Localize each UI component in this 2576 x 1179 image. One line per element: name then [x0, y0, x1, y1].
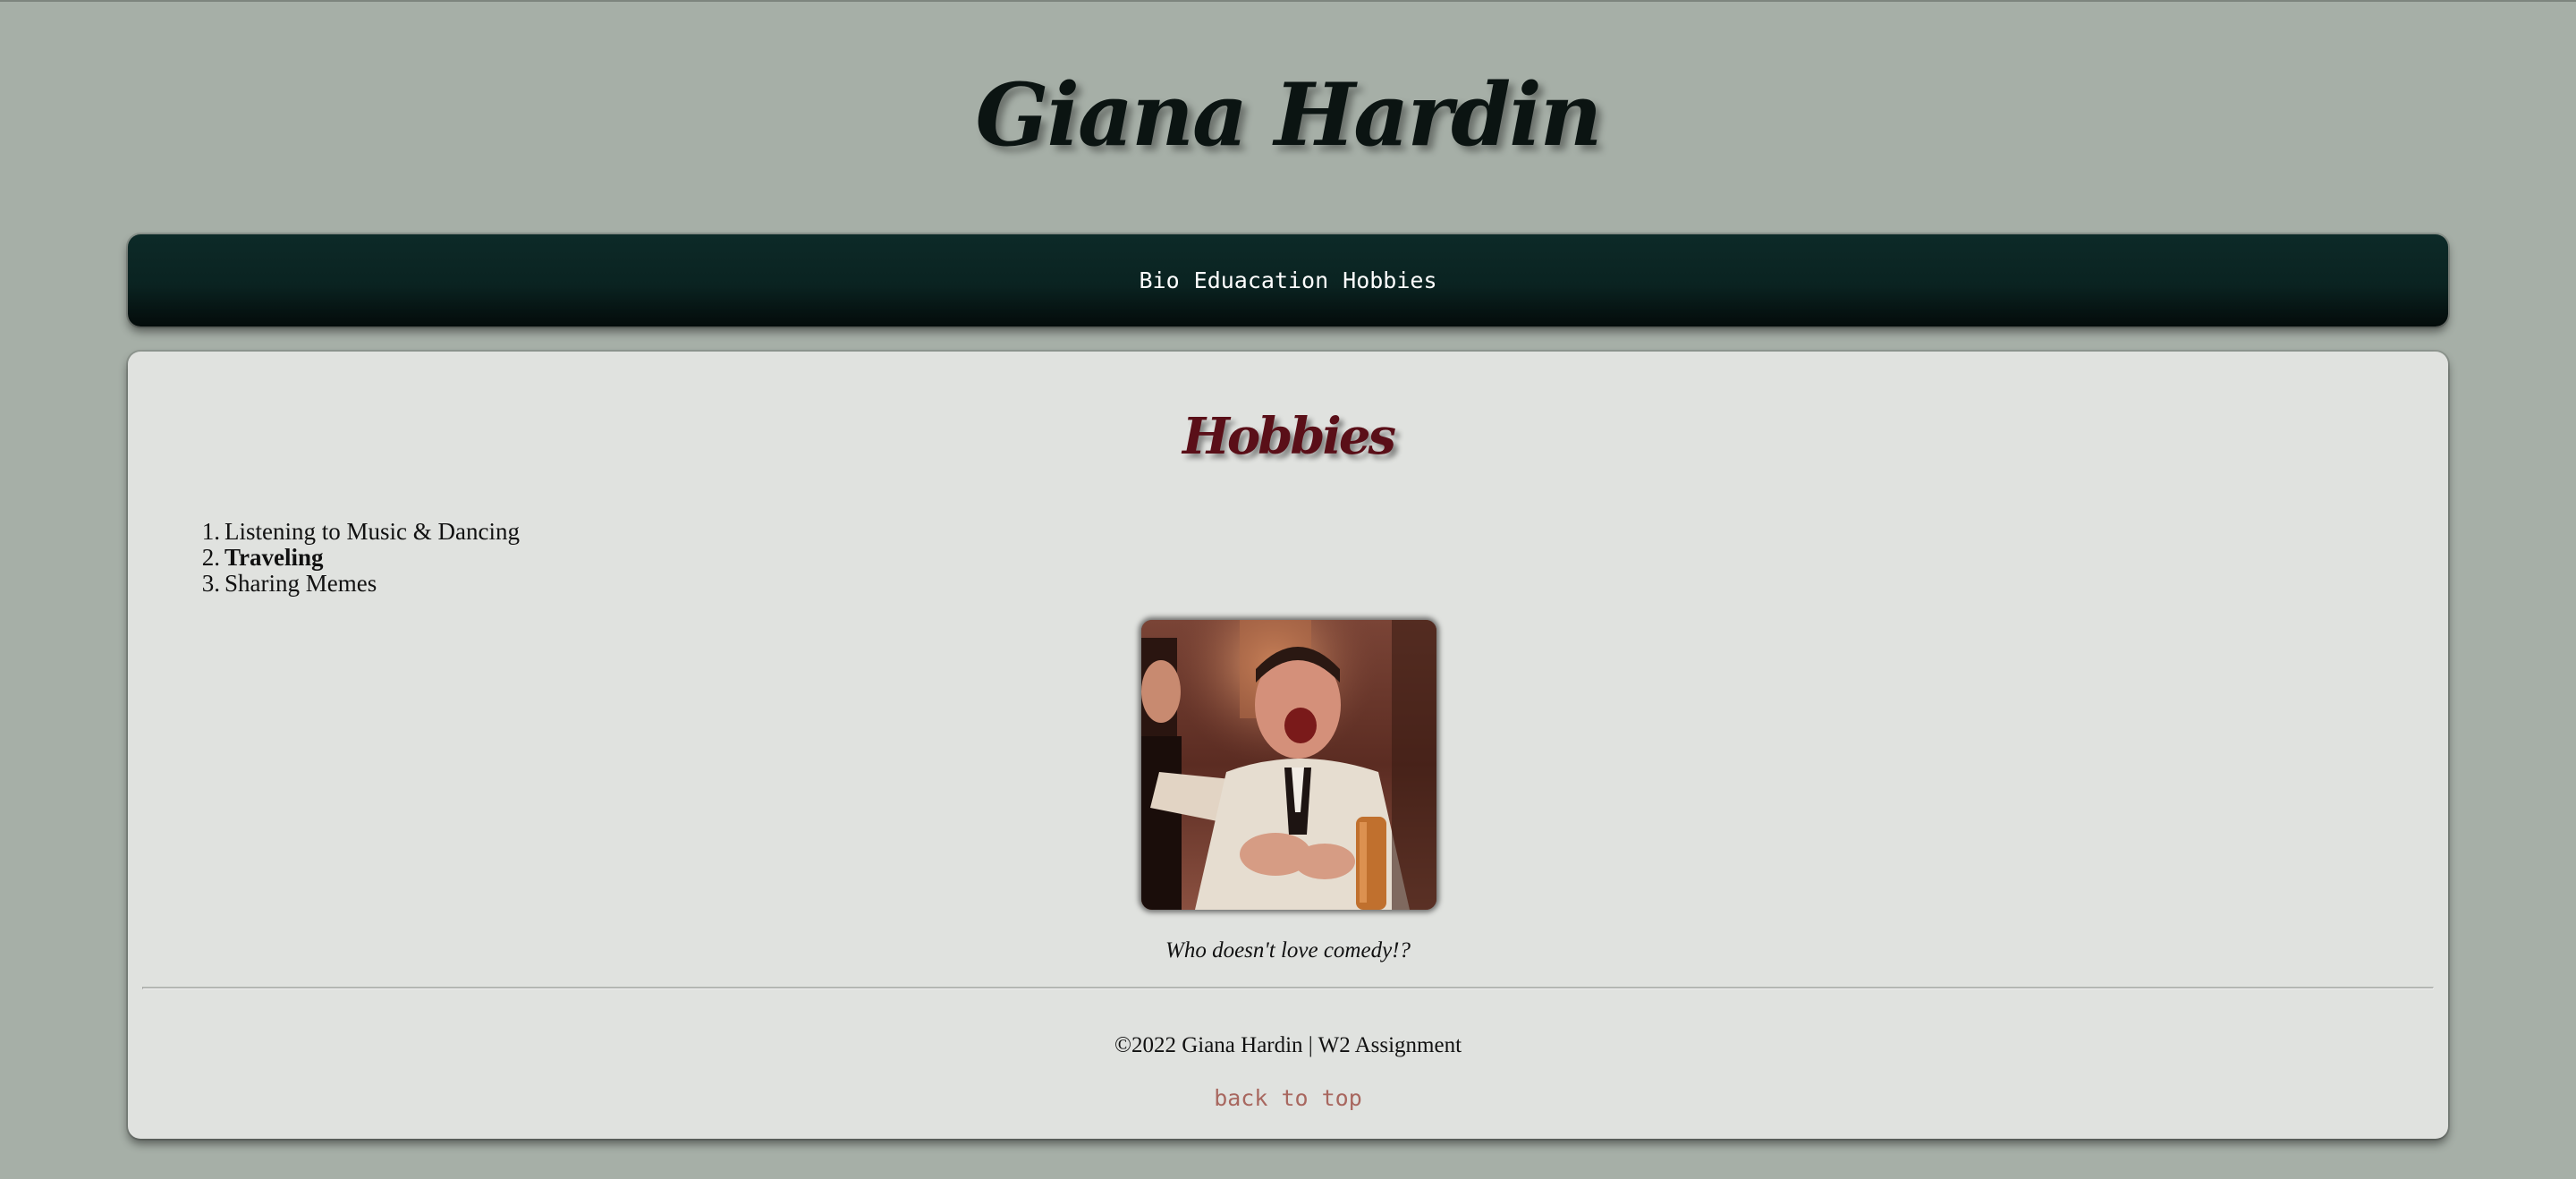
nav-link-hobbies[interactable]: Hobbies	[1335, 267, 1444, 293]
hobby-text: Listening to Music & Dancing	[225, 518, 520, 545]
nav-link-bio[interactable]: Bio	[1131, 267, 1186, 293]
list-number: 1.	[201, 518, 220, 545]
image-caption: Who doesn't love comedy!?	[1165, 938, 1411, 963]
meme-image	[1141, 620, 1436, 910]
laughing-man-illustration	[1141, 620, 1436, 910]
footer-copyright: ©2022 Giana Hardin | W2 Assignment	[1114, 1033, 1462, 1057]
back-to-top-link[interactable]: back to top	[128, 1085, 2448, 1111]
list-item: 1. Listening to Music & Dancing	[199, 519, 520, 545]
content-card: Hobbies 1. Listening to Music & Dancing …	[128, 352, 2448, 1139]
list-number: 2.	[201, 544, 220, 571]
nav-bar: Bio Eduacation Hobbies	[128, 234, 2448, 327]
divider	[142, 987, 2434, 989]
list-item: 2. Traveling	[199, 545, 520, 571]
nav-link-education[interactable]: Eduacation	[1187, 267, 1336, 293]
list-item: 3. Sharing Memes	[199, 571, 520, 597]
section-heading: Hobbies	[1182, 407, 1396, 466]
site-title: Giana Hardin	[975, 64, 1603, 165]
hobby-text: Sharing Memes	[225, 570, 377, 597]
hobby-list: 1. Listening to Music & Dancing 2. Trave…	[199, 519, 520, 597]
list-number: 3.	[201, 570, 220, 597]
hobby-text: Traveling	[225, 544, 324, 571]
